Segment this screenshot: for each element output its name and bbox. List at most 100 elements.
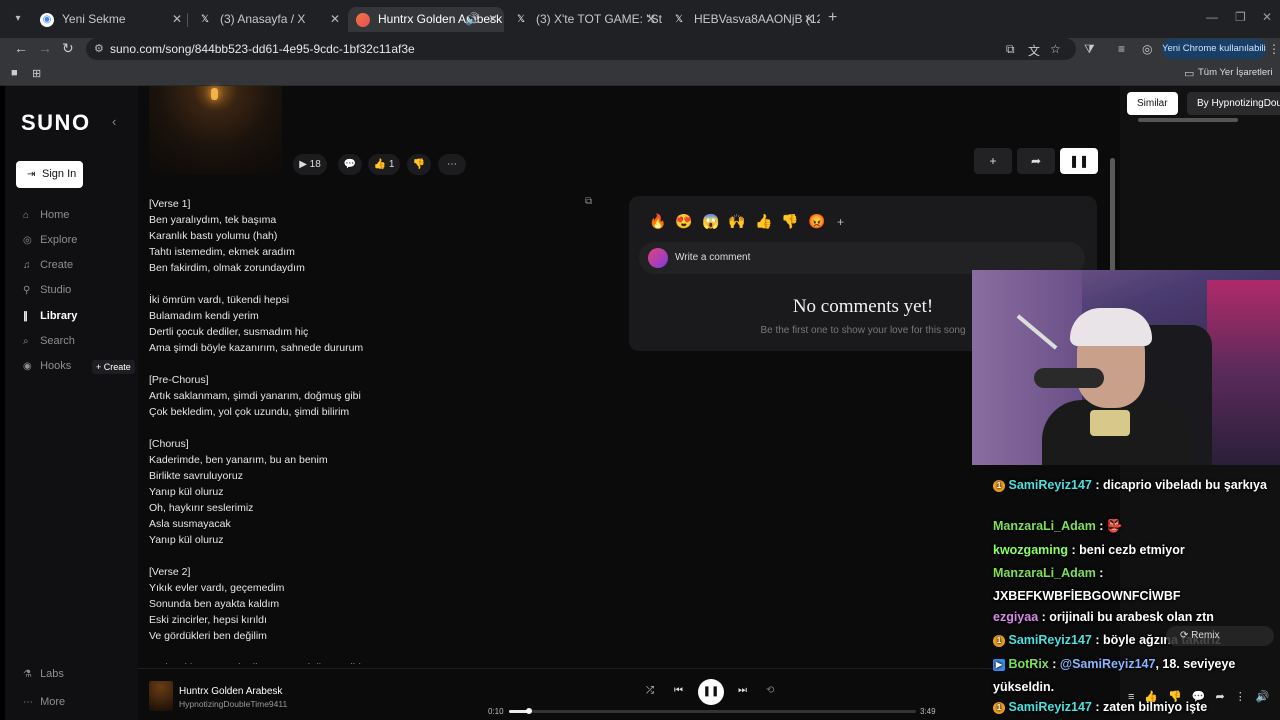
chat-username[interactable]: SamiReyiz147 <box>1008 700 1091 714</box>
reaction-fire[interactable]: 🔥 <box>649 213 666 230</box>
account-icon[interactable]: ◎ <box>1142 42 1152 56</box>
pause-button[interactable]: ❚❚ <box>1060 148 1098 174</box>
add-reaction-icon[interactable]: + <box>837 215 844 229</box>
tab-new-tab[interactable]: ◉ Yeni Sekme ✕ <box>32 7 188 32</box>
suno-logo[interactable]: SUNO <box>21 110 91 136</box>
more-options-button[interactable]: ⋯ <box>438 154 466 175</box>
reaction-angry[interactable]: 😡 <box>808 213 825 230</box>
reaction-thumbs-up[interactable]: 👍 <box>755 213 772 230</box>
hooks-create-button[interactable]: + Create <box>92 360 135 374</box>
thumbs-up-icon[interactable]: 👍 <box>1144 691 1158 703</box>
shuffle-icon[interactable]: ⤮ <box>646 685 654 696</box>
url-text: suno.com/song/844bb523-dd61-4e95-9cdc-1b… <box>110 42 415 56</box>
repeat-icon[interactable]: ⟲ <box>766 685 774 696</box>
back-icon[interactable]: ← <box>14 40 28 56</box>
play-count-button[interactable]: ▶ 18 <box>293 154 327 175</box>
chat-username[interactable]: kwozgaming <box>993 543 1068 557</box>
window-close-icon[interactable]: ✕ <box>1262 10 1272 24</box>
reload-icon[interactable]: ↻ <box>62 40 74 57</box>
close-icon[interactable]: ✕ <box>172 7 182 32</box>
chat-username[interactable]: BotRix <box>1008 657 1048 671</box>
chat-mention[interactable]: @SamiReyiz147 <box>1060 657 1156 671</box>
maximize-icon[interactable]: ❐ <box>1235 10 1246 24</box>
sidebar-item-explore[interactable]: ◎ Explore <box>23 234 77 246</box>
like-button[interactable]: 👍 1 <box>368 154 400 175</box>
sidebar-item-library[interactable]: ∥ Library <box>23 310 77 322</box>
player-pause-button[interactable]: ❚❚ <box>698 679 724 705</box>
tab-separator <box>187 13 188 27</box>
chat-username[interactable]: SamiReyiz147 <box>1008 633 1091 647</box>
forward-icon[interactable]: → <box>38 40 52 56</box>
sidebar-item-studio[interactable]: ⚲ Studio <box>23 284 71 296</box>
install-app-icon[interactable]: ⧉ <box>1006 42 1015 57</box>
tab-x-totgame[interactable]: 𝕏 (3) X'te TOT GAME: "Steam İlkbı ✕ <box>506 7 662 32</box>
chat-username[interactable]: SamiReyiz147 <box>1008 478 1091 492</box>
close-icon[interactable]: ✕ <box>330 7 340 32</box>
all-bookmarks-folder[interactable]: Tüm Yer İşaretleri <box>1198 67 1272 78</box>
sign-in-button[interactable]: ⇥ Sign In <box>16 161 83 188</box>
pause-icon: ❚❚ <box>1068 154 1090 168</box>
chat-username[interactable]: ManzaraLi_Adam <box>993 566 1096 580</box>
progress-bar[interactable] <box>509 708 916 714</box>
player-cover-art[interactable] <box>149 681 173 711</box>
close-icon[interactable]: ✕ <box>488 7 498 32</box>
comment-button[interactable]: 💬 <box>338 154 362 175</box>
minimize-icon[interactable]: — <box>1206 10 1218 24</box>
new-tab-icon[interactable]: + <box>828 9 837 27</box>
player-song-title[interactable]: Huntrx Golden Arabesk <box>179 686 282 697</box>
close-icon[interactable]: ✕ <box>804 7 814 32</box>
tab-search-icon[interactable]: ≡ <box>1118 42 1125 56</box>
tab-by-artist[interactable]: By HypnotizingDoubl <box>1187 92 1280 115</box>
thumbs-down-icon[interactable]: 👎 <box>1168 691 1182 703</box>
more-icon[interactable]: ⋮ <box>1235 691 1246 703</box>
cam-microphone <box>1034 368 1104 388</box>
tab-x-home[interactable]: 𝕏 (3) Anasayfa / X ✕ <box>190 7 346 32</box>
next-icon[interactable]: ⏭ <box>738 685 747 696</box>
copy-icon[interactable]: ⧉ <box>585 196 592 207</box>
grid-icon[interactable]: ⊞ <box>32 67 41 80</box>
share-icon[interactable]: ➦ <box>1216 691 1225 703</box>
sidebar-item-more[interactable]: ⋯ More <box>23 696 65 708</box>
chat-message: kwozgaming : beni cezb etmiyor <box>993 539 1278 562</box>
speaker-icon[interactable]: 🔊 <box>465 7 480 32</box>
sidebar-item-labs[interactable]: ⚗ Labs <box>23 668 64 680</box>
reaction-shocked[interactable]: 😱 <box>702 213 719 230</box>
studio-icon: ⚲ <box>23 285 31 296</box>
reaction-heart-eyes[interactable]: 😍 <box>675 213 692 230</box>
sidebar-item-search[interactable]: ⌕ Search <box>23 335 75 347</box>
tab-suno-song[interactable]: Huntrx Golden Arabesk by H 🔊 ✕ <box>348 7 504 32</box>
share-button[interactable]: ➦ <box>1017 148 1055 174</box>
sidebar-item-create[interactable]: ♫ Create <box>23 259 73 271</box>
collapse-sidebar-icon[interactable]: ‹ <box>112 114 116 129</box>
tab-x-image[interactable]: 𝕏 HEBVasva8AAONjB (1250×1075 ✕ <box>664 7 820 32</box>
reaction-raised-hands[interactable]: 🙌 <box>728 213 745 230</box>
tab-label: (3) X'te TOT GAME: "Steam İlkbı <box>536 12 662 26</box>
horizontal-scrollbar[interactable] <box>1138 118 1238 122</box>
progress-knob[interactable] <box>526 708 533 714</box>
site-info-icon[interactable]: ⚙ <box>94 42 104 55</box>
add-to-playlist-button[interactable]: + <box>974 148 1012 174</box>
tab-similar[interactable]: Similar <box>1127 92 1178 115</box>
translate-icon[interactable]: 文 <box>1028 42 1040 59</box>
apps-icon[interactable]: ■ <box>11 67 18 79</box>
volume-icon[interactable]: 🔊 <box>1256 691 1270 703</box>
chat-text: : dicaprio vibeladı bu şarkıya <box>1091 478 1267 492</box>
sidebar-item-hooks[interactable]: ◉ Hooks <box>23 360 71 372</box>
comment-icon[interactable]: 💬 <box>1192 691 1206 703</box>
bookmark-star-icon[interactable]: ☆ <box>1050 42 1061 56</box>
chat-username[interactable]: ManzaraLi_Adam <box>993 519 1096 533</box>
chat-username[interactable]: ezgiyaa <box>993 610 1038 624</box>
dislike-button[interactable]: 👎 <box>407 154 431 175</box>
sidebar-item-home[interactable]: ⌂ Home <box>23 209 69 221</box>
update-chrome-button[interactable]: Yeni Chrome kullanılabilir <box>1162 39 1266 59</box>
list-icon[interactable]: ≡ <box>1128 691 1134 703</box>
close-icon[interactable]: ✕ <box>646 7 656 32</box>
reaction-thumbs-down[interactable]: 👎 <box>781 213 798 230</box>
tab-search-icon[interactable]: ▾ <box>8 9 28 29</box>
player-artist[interactable]: HypnotizingDoubleTime9411 <box>179 699 287 709</box>
menu-icon[interactable]: ⋮ <box>1268 42 1280 56</box>
extensions-icon[interactable]: ⧩ <box>1084 42 1095 57</box>
address-bar[interactable]: ⚙ suno.com/song/844bb523-dd61-4e95-9cdc-… <box>86 38 1076 60</box>
previous-icon[interactable]: ⏮ <box>674 685 683 696</box>
remix-button[interactable]: ⟳ Remix <box>1166 626 1274 646</box>
